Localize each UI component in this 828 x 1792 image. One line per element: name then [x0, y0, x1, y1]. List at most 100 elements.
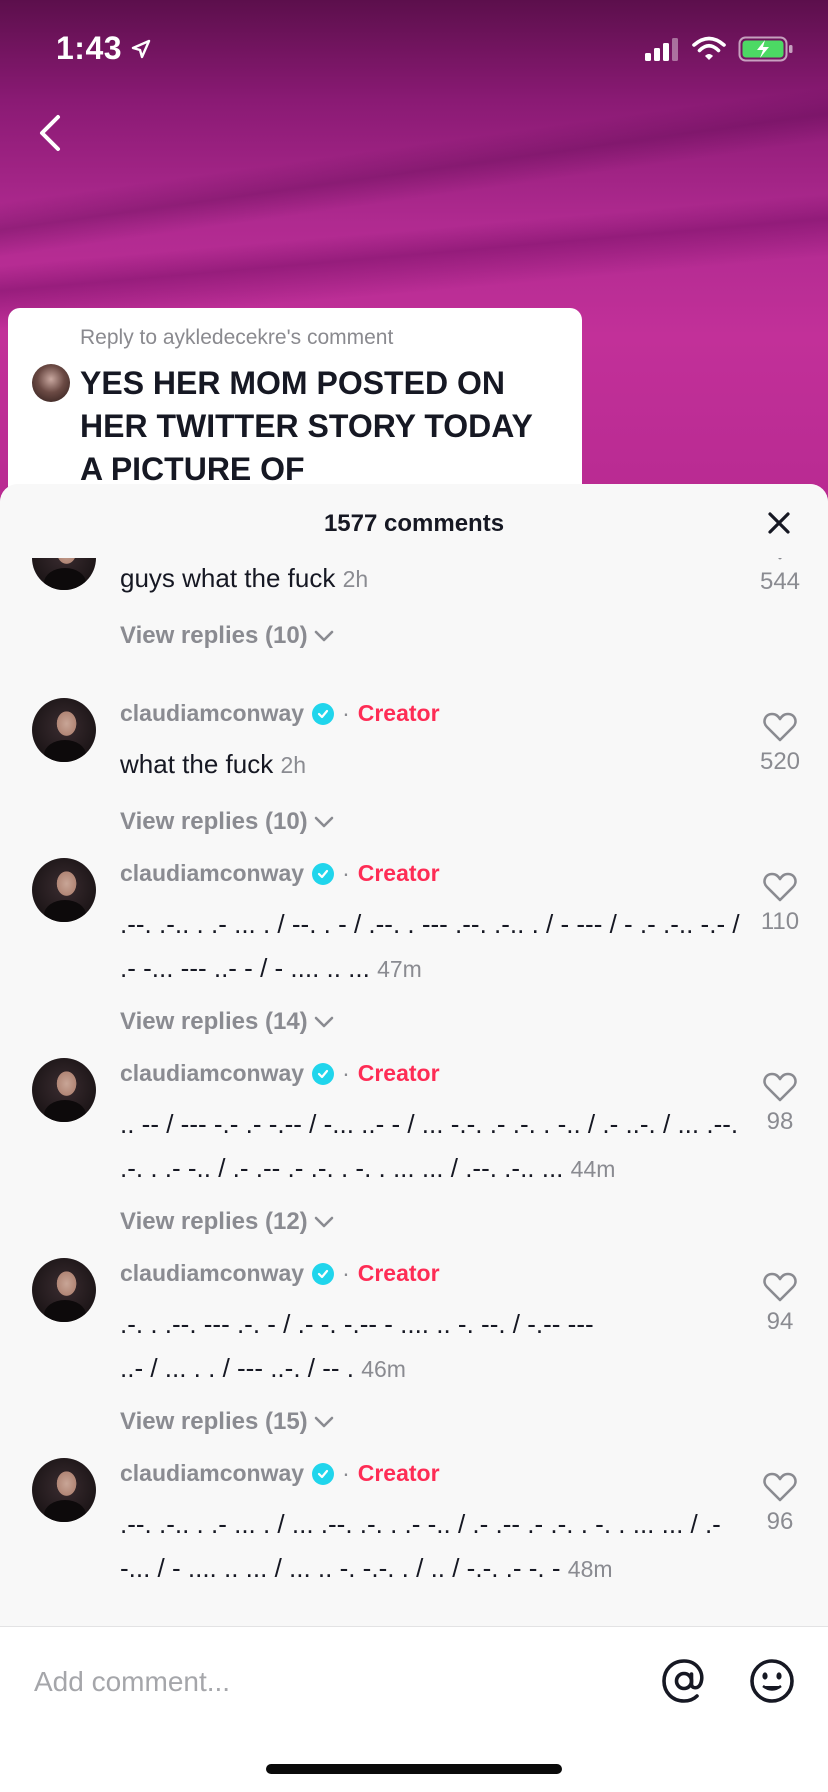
heart-icon: [763, 1272, 797, 1302]
comment-meta: claudiamconway · Creator: [120, 700, 440, 727]
avatar[interactable]: [32, 698, 96, 762]
close-button[interactable]: [764, 508, 794, 538]
view-replies-label: View replies (12): [120, 1208, 308, 1235]
comment-time: 47m: [377, 956, 422, 982]
comment-text: what the fuck 2h: [120, 742, 720, 787]
comment-meta: claudiamconway · Creator: [120, 860, 440, 887]
view-replies-label: View replies (10): [120, 808, 308, 835]
comments-count-title: 1577 comments: [323, 510, 505, 537]
username[interactable]: claudiamconway: [120, 1060, 304, 1087]
chevron-down-icon: [314, 1216, 333, 1228]
verified-check-icon: [312, 1262, 335, 1285]
comment-meta: claudiamconway · Creator: [120, 1460, 440, 1487]
verified-check-icon: [312, 702, 335, 725]
username[interactable]: claudiamconway: [120, 1460, 304, 1487]
reply-card[interactable]: Reply to aykledecekre's comment YES HER …: [8, 308, 582, 498]
comment-time: 2h: [342, 566, 369, 592]
status-bar: 1:43: [0, 0, 828, 96]
at-sign-icon: [662, 1659, 704, 1703]
chevron-down-icon: [314, 630, 333, 642]
creator-badge: Creator: [357, 700, 440, 726]
reply-avatar: [32, 364, 70, 402]
comment-text: .. -- / --- -.- .- -.-- / -... ..- - / .…: [120, 1102, 740, 1191]
comment-body: guys what the fuck: [120, 563, 336, 593]
verified-check-icon: [312, 1062, 335, 1085]
cellular-signal-icon: [645, 38, 678, 61]
like-button[interactable]: 520: [752, 712, 808, 776]
separator-dot: ·: [342, 1460, 350, 1486]
view-replies-label: View replies (15): [120, 1408, 308, 1435]
avatar[interactable]: [32, 1458, 96, 1522]
creator-badge: Creator: [357, 1060, 440, 1086]
battery-charging-icon: [738, 36, 793, 62]
like-button[interactable]: 110: [752, 872, 808, 936]
comment-text: guys what the fuck 2h: [120, 556, 720, 601]
chevron-down-icon: [314, 1416, 333, 1428]
avatar[interactable]: [32, 1058, 96, 1122]
like-count: 520: [759, 748, 801, 775]
status-time-text: 1:43: [56, 30, 123, 66]
heart-icon: [763, 1472, 797, 1502]
comment-body: what the fuck: [120, 749, 274, 779]
like-button[interactable]: 96: [752, 1472, 808, 1536]
comment-time: 48m: [567, 1556, 613, 1582]
location-arrow-icon: [131, 39, 151, 58]
view-replies-button[interactable]: View replies (12): [120, 1208, 334, 1236]
view-replies-label: View replies (14): [120, 1008, 308, 1035]
separator-dot: ·: [342, 700, 350, 726]
emoji-button[interactable]: [748, 1657, 796, 1705]
reply-label: Reply to aykledecekre's comment: [80, 326, 394, 349]
view-replies-button[interactable]: View replies (15): [120, 1408, 334, 1436]
comments-sheet: guys what the fuck 2h View replies (10) …: [0, 484, 828, 1792]
comment-input[interactable]: [34, 1657, 594, 1707]
like-count: 544: [759, 568, 801, 595]
verified-check-icon: [312, 1462, 335, 1485]
creator-badge: Creator: [357, 1260, 440, 1286]
avatar[interactable]: [32, 858, 96, 922]
comment-body: .--. .-.. . .- ... . / --. . - / .--. . …: [120, 909, 740, 983]
like-button[interactable]: 94: [752, 1272, 808, 1336]
comment-body: .--. .-.. . .- ... . / ... .--. .-. . .-…: [120, 1509, 721, 1583]
view-replies-button[interactable]: View replies (10): [120, 808, 334, 836]
comment-text: .--. .-.. . .- ... . / --. . - / .--. . …: [120, 902, 740, 991]
username[interactable]: claudiamconway: [120, 860, 304, 887]
separator-dot: ·: [342, 860, 350, 886]
view-replies-button[interactable]: View replies (14): [120, 1008, 334, 1036]
status-time: 1:43: [56, 30, 152, 67]
separator-dot: ·: [342, 1260, 350, 1286]
username[interactable]: claudiamconway: [120, 700, 304, 727]
view-replies-label: View replies (10): [120, 622, 308, 649]
creator-badge: Creator: [357, 1460, 440, 1486]
verified-check-icon: [312, 862, 335, 885]
smiley-face-icon: [750, 1659, 794, 1703]
heart-icon: [763, 1072, 797, 1102]
chevron-left-icon: [40, 115, 60, 151]
comment-list[interactable]: guys what the fuck 2h View replies (10) …: [0, 484, 828, 1624]
comment-time: 2h: [280, 752, 307, 778]
like-count: 96: [766, 1508, 794, 1535]
separator-dot: ·: [342, 1060, 350, 1086]
sheet-header: 1577 comments: [0, 484, 828, 558]
creator-badge: Creator: [357, 860, 440, 886]
chevron-down-icon: [314, 1016, 333, 1028]
heart-icon: [763, 872, 797, 902]
like-count: 110: [760, 908, 800, 935]
mention-button[interactable]: [660, 1657, 708, 1705]
view-replies-button[interactable]: View replies (10): [120, 622, 334, 650]
home-indicator[interactable]: [266, 1764, 562, 1774]
wifi-icon: [692, 36, 726, 60]
back-button[interactable]: [28, 108, 72, 158]
reply-text: YES HER MOM POSTED ON HER TWITTER STORY …: [80, 365, 533, 487]
chevron-down-icon: [314, 816, 333, 828]
comment-meta: claudiamconway · Creator: [120, 1260, 440, 1287]
comment-text: .--. .-.. . .- ... . / ... .--. .-. . .-…: [120, 1502, 730, 1591]
comment-body: .-. . .--. --- .-. - / .- -. -.-- - ....…: [120, 1309, 594, 1383]
comment-body: .. -- / --- -.- .- -.-- / -... ..- - / .…: [120, 1109, 739, 1183]
comment-time: 44m: [570, 1156, 616, 1182]
avatar[interactable]: [32, 1258, 96, 1322]
comment-meta: claudiamconway · Creator: [120, 1060, 440, 1087]
like-count: 94: [766, 1308, 794, 1335]
username[interactable]: claudiamconway: [120, 1260, 304, 1287]
close-icon: [768, 512, 790, 534]
like-button[interactable]: 98: [752, 1072, 808, 1136]
